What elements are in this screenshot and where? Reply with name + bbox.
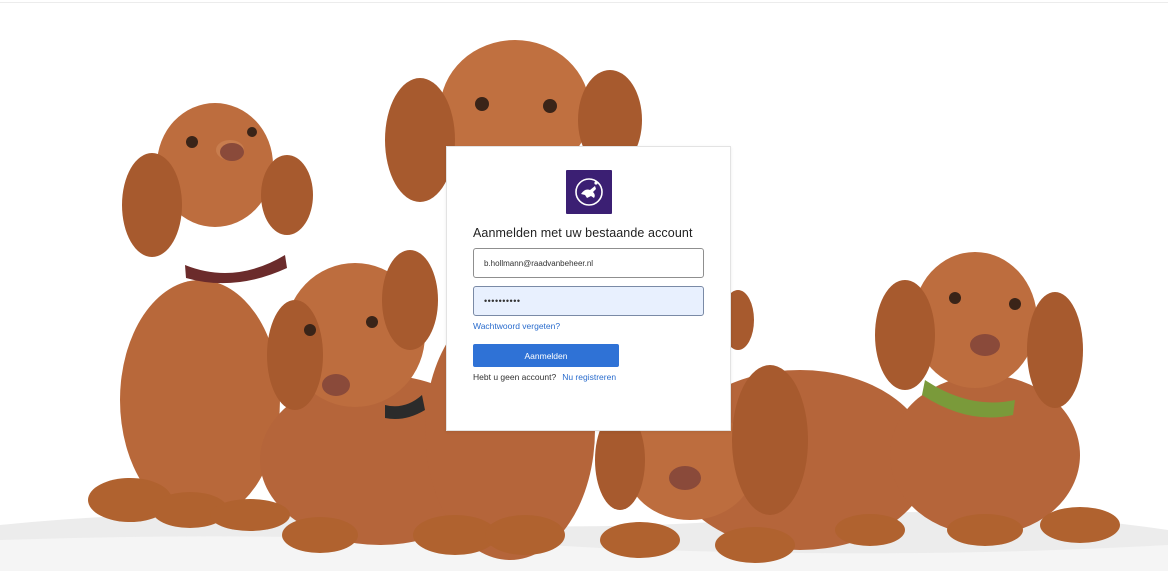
- puppy-right: [875, 252, 1120, 546]
- dog-logo-icon: [566, 170, 612, 214]
- sign-in-button[interactable]: Aanmelden: [473, 344, 619, 367]
- login-card: Aanmelden met uw bestaande account Wacht…: [446, 146, 731, 431]
- login-page: Aanmelden met uw bestaande account Wacht…: [0, 0, 1168, 571]
- password-field[interactable]: [473, 286, 704, 316]
- register-row: Hebt u geen account? Nu registreren: [473, 372, 616, 382]
- forgot-password-link[interactable]: Wachtwoord vergeten?: [473, 321, 560, 331]
- register-link[interactable]: Nu registreren: [562, 372, 616, 382]
- email-field[interactable]: [473, 248, 704, 278]
- login-heading: Aanmelden met uw bestaande account: [473, 226, 693, 240]
- no-account-text: Hebt u geen account?: [473, 372, 557, 382]
